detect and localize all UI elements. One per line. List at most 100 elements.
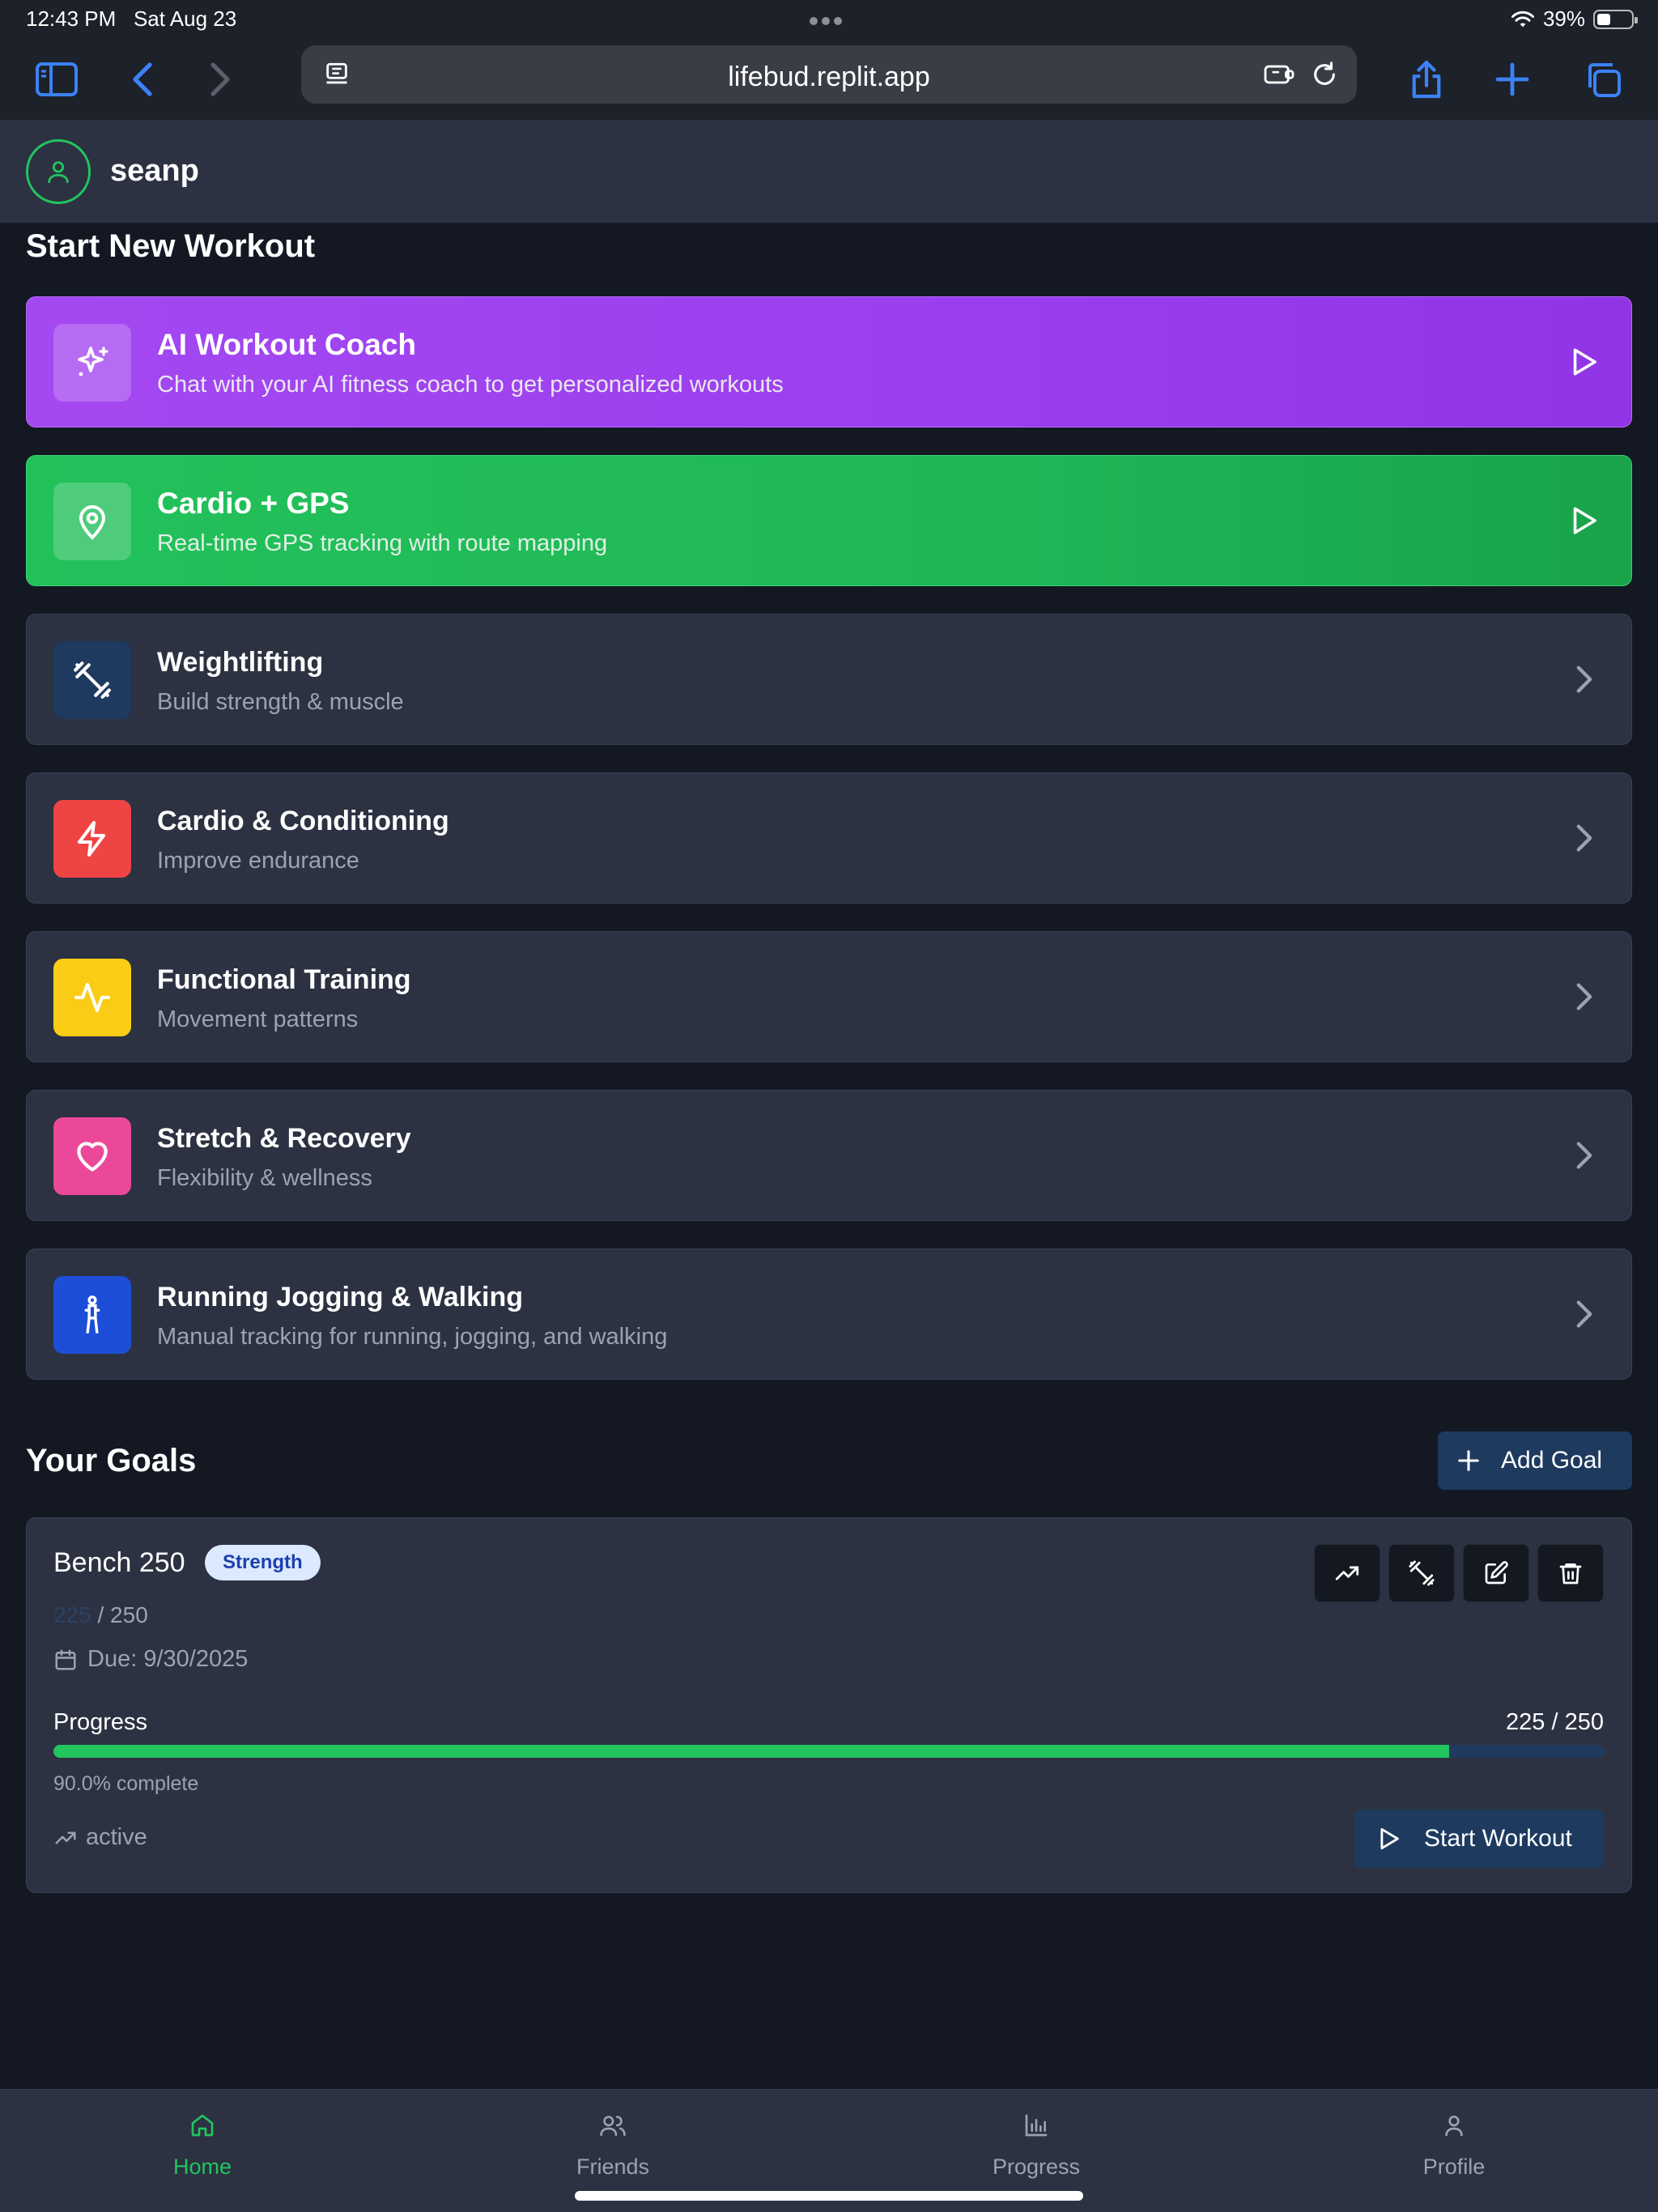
chevron-right-icon bbox=[1567, 1296, 1602, 1332]
nav-label: Profile bbox=[1422, 2155, 1486, 2179]
activity-icon bbox=[53, 959, 131, 1036]
goal-name: Bench 250 bbox=[53, 1547, 185, 1578]
workout-card-functional-training[interactable]: Functional Training Movement patterns bbox=[26, 931, 1632, 1062]
calendar-icon bbox=[55, 1649, 76, 1670]
user-icon bbox=[1445, 2116, 1463, 2137]
goal-status: active bbox=[53, 1824, 147, 1851]
reload-icon[interactable] bbox=[1307, 57, 1342, 92]
goal-due-text: Due: 9/30/2025 bbox=[87, 1646, 249, 1672]
goal-current-value: 225 bbox=[53, 1602, 91, 1627]
add-goal-label: Add Goal bbox=[1501, 1447, 1603, 1474]
users-icon bbox=[600, 2116, 626, 2137]
browser-toolbar: lifebud.replit.app bbox=[0, 39, 1658, 120]
nav-label: Home bbox=[172, 2155, 232, 2179]
runner-icon bbox=[53, 1276, 131, 1354]
goal-edit-button[interactable] bbox=[1463, 1544, 1529, 1602]
chevron-right-icon bbox=[1567, 1138, 1602, 1173]
workout-card-running-walking[interactable]: Running Jogging & Walking Manual trackin… bbox=[26, 1249, 1632, 1380]
workouts-section-title: Start New Workout bbox=[26, 228, 316, 264]
progress-bar bbox=[53, 1745, 1605, 1758]
new-tab-button[interactable] bbox=[1488, 55, 1537, 104]
battery-percent: 39% bbox=[1542, 6, 1585, 31]
goal-card: Bench 250 Strength 225 / 250 Due: 9/30/2… bbox=[26, 1517, 1632, 1893]
map-pin-icon bbox=[53, 483, 131, 560]
multitasking-dots-icon[interactable] bbox=[810, 15, 848, 25]
workout-card-subtitle: Build strength & muscle bbox=[157, 689, 404, 715]
play-icon bbox=[1567, 503, 1602, 538]
sidebar-toggle-icon[interactable] bbox=[32, 55, 81, 104]
workout-card-title: AI Workout Coach bbox=[157, 328, 416, 361]
nav-item-home[interactable]: Home bbox=[113, 2112, 291, 2180]
workout-card-subtitle: Real-time GPS tracking with route mappin… bbox=[157, 530, 608, 556]
home-icon bbox=[191, 2114, 214, 2137]
zap-icon bbox=[53, 800, 131, 878]
app-header: seanp bbox=[0, 120, 1658, 223]
status-indicators: 39% bbox=[1511, 6, 1638, 32]
workout-card-stretch-recovery[interactable]: Stretch & Recovery Flexibility & wellnes… bbox=[26, 1090, 1632, 1221]
nav-item-progress[interactable]: Progress bbox=[947, 2112, 1125, 2180]
dumbbell-icon bbox=[1409, 1560, 1435, 1586]
goal-due-date: Due: 9/30/2025 bbox=[53, 1646, 248, 1673]
user-icon bbox=[48, 161, 69, 184]
progress-percent: 90.0% complete bbox=[53, 1772, 199, 1795]
workout-card-cardio-gps[interactable]: Cardio + GPS Real-time GPS tracking with… bbox=[26, 455, 1632, 586]
goal-actions bbox=[1314, 1544, 1604, 1602]
workout-card-subtitle: Flexibility & wellness bbox=[157, 1165, 372, 1191]
play-icon bbox=[1380, 1827, 1399, 1850]
heart-icon bbox=[53, 1117, 131, 1195]
workout-card-title: Running Jogging & Walking bbox=[157, 1282, 524, 1312]
trending-up-icon bbox=[55, 1831, 76, 1844]
chevron-right-icon bbox=[1567, 661, 1602, 697]
plus-icon bbox=[1458, 1450, 1479, 1471]
workout-card-title: Stretch & Recovery bbox=[157, 1123, 411, 1154]
status-time: 12:43 PM Sat Aug 23 bbox=[26, 6, 237, 31]
forward-button[interactable] bbox=[196, 55, 244, 104]
goal-trend-button[interactable] bbox=[1314, 1544, 1380, 1602]
trending-up-icon bbox=[1335, 1566, 1359, 1580]
tabs-overview-button[interactable] bbox=[1579, 55, 1627, 104]
status-bar: 12:43 PM Sat Aug 23 39% bbox=[0, 0, 1658, 39]
share-button[interactable] bbox=[1402, 55, 1451, 104]
chevron-right-icon bbox=[1567, 979, 1602, 1015]
workout-card-title: Cardio & Conditioning bbox=[157, 806, 449, 836]
nav-label: Friends bbox=[576, 2155, 650, 2179]
username: seanp bbox=[110, 154, 199, 188]
goal-workout-button[interactable] bbox=[1388, 1544, 1455, 1602]
workout-card-ai-coach[interactable]: AI Workout Coach Chat with your AI fitne… bbox=[26, 296, 1632, 428]
progress-bar-fill bbox=[53, 1745, 1450, 1758]
wifi-icon bbox=[1511, 11, 1534, 27]
chevron-right-icon bbox=[1567, 820, 1602, 856]
edit-icon bbox=[1485, 1561, 1508, 1585]
sparkles-icon bbox=[53, 324, 131, 402]
nav-item-friends[interactable]: Friends bbox=[524, 2112, 702, 2180]
goal-category-badge: Strength bbox=[205, 1545, 321, 1580]
back-button[interactable] bbox=[118, 55, 167, 104]
play-icon bbox=[1567, 344, 1602, 380]
avatar[interactable] bbox=[26, 139, 91, 204]
goal-delete-button[interactable] bbox=[1537, 1544, 1604, 1602]
trash-icon bbox=[1559, 1563, 1582, 1585]
workout-card-subtitle: Movement patterns bbox=[157, 1006, 359, 1032]
workout-card-title: Weightlifting bbox=[157, 647, 324, 678]
workout-card-cardio-conditioning[interactable]: Cardio & Conditioning Improve endurance bbox=[26, 772, 1632, 904]
workout-card-title: Functional Training bbox=[157, 964, 411, 995]
workout-card-subtitle: Chat with your AI fitness coach to get p… bbox=[157, 372, 784, 398]
home-indicator[interactable] bbox=[575, 2191, 1083, 2201]
url-text[interactable]: lifebud.replit.app bbox=[301, 62, 1357, 93]
bar-chart-icon bbox=[1025, 2114, 1048, 2137]
goal-status-text: active bbox=[86, 1824, 147, 1850]
address-bar[interactable]: lifebud.replit.app bbox=[301, 45, 1357, 104]
progress-label: Progress bbox=[53, 1709, 148, 1735]
workout-card-subtitle: Improve endurance bbox=[157, 848, 359, 874]
extension-icon[interactable] bbox=[1261, 57, 1297, 92]
goal-values: 225 / 250 bbox=[53, 1602, 148, 1628]
add-goal-button[interactable]: Add Goal bbox=[1438, 1431, 1632, 1490]
goals-section-title: Your Goals bbox=[26, 1443, 197, 1478]
workout-card-weightlifting[interactable]: Weightlifting Build strength & muscle bbox=[26, 614, 1632, 745]
dumbbell-icon bbox=[53, 641, 131, 719]
start-workout-button[interactable]: Start Workout bbox=[1354, 1810, 1604, 1868]
battery-icon bbox=[1593, 9, 1638, 29]
nav-item-profile[interactable]: Profile bbox=[1365, 2112, 1543, 2180]
goal-target-value: / 250 bbox=[97, 1602, 148, 1627]
workout-card-title: Cardio + GPS bbox=[157, 487, 350, 520]
